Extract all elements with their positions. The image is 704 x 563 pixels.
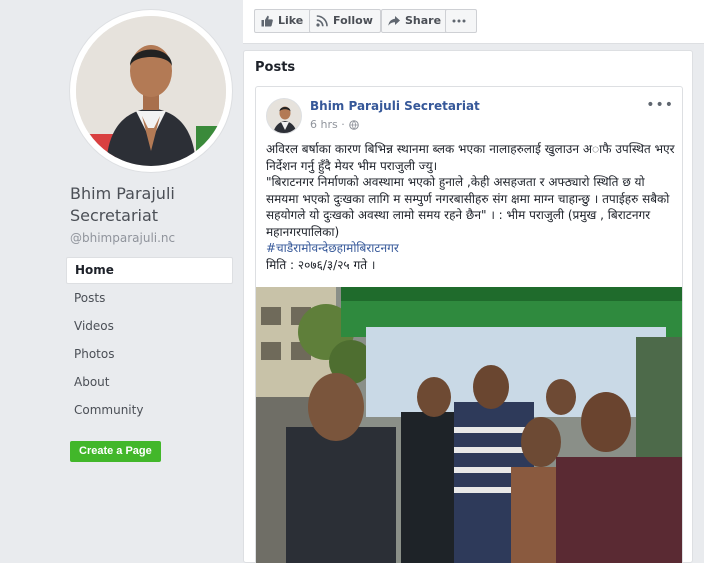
follow-button-label: Follow (333, 14, 373, 27)
create-page-button[interactable]: Create a Page (70, 441, 161, 462)
post-author-name[interactable]: Bhim Parajuli Secretariat (310, 99, 480, 113)
posts-section: Posts Bhim Parajuli Secretariat 6 hrs · … (243, 50, 693, 563)
share-arrow-icon (388, 16, 400, 26)
post-card: Bhim Parajuli Secretariat 6 hrs · ••• अव… (255, 86, 683, 563)
more-options-button[interactable] (445, 9, 477, 33)
thumbs-up-icon (261, 15, 273, 27)
globe-icon (348, 119, 359, 130)
nav-item-posts[interactable]: Posts (66, 284, 233, 312)
more-dots-icon (452, 19, 465, 23)
nav-item-about[interactable]: About (66, 368, 233, 396)
post-time-label: 6 hrs · (310, 118, 345, 131)
post-hashtag-link[interactable]: #चाडैरामोवन्देछहामोबिराटनगर (266, 241, 399, 255)
profile-picture[interactable] (70, 10, 232, 172)
rss-icon (316, 15, 328, 27)
like-button[interactable]: Like (254, 9, 312, 33)
page-nav: Home Posts Videos Photos About Community (66, 257, 233, 424)
post-options-icon[interactable]: ••• (646, 97, 674, 113)
post-text-quote: "बिराटनगर निर्माणको अवस्थामा भएको हुनाले… (266, 175, 670, 239)
post-body: अविरल बर्षाका कारण बिभिन्न स्थानमा ब्लक … (266, 141, 676, 273)
nav-item-home[interactable]: Home (66, 257, 233, 284)
share-button[interactable]: Share (381, 9, 450, 33)
left-column: Bhim Parajuli Secretariat @bhimparajuli.… (0, 0, 243, 563)
post-date-line: मिति : २०७६/३/२५ गते । (266, 257, 376, 272)
profile-photo (76, 16, 226, 166)
nav-item-videos[interactable]: Videos (66, 312, 233, 340)
post-author-avatar[interactable] (266, 98, 302, 134)
nav-item-community[interactable]: Community (66, 396, 233, 424)
like-button-label: Like (278, 14, 304, 27)
page-handle[interactable]: @bhimparajuli.nc (70, 231, 175, 245)
post-photo[interactable] (256, 287, 682, 563)
nav-item-photos[interactable]: Photos (66, 340, 233, 368)
post-text-paragraph: अविरल बर्षाका कारण बिभिन्न स्थानमा ब्लक … (266, 142, 675, 173)
posts-heading: Posts (255, 60, 296, 75)
page-action-bar: Like Follow Share (243, 0, 704, 44)
follow-button[interactable]: Follow (309, 9, 381, 33)
page-title[interactable]: Bhim Parajuli Secretariat (70, 183, 240, 227)
share-button-label: Share (405, 14, 442, 27)
post-timestamp[interactable]: 6 hrs · (310, 118, 359, 131)
